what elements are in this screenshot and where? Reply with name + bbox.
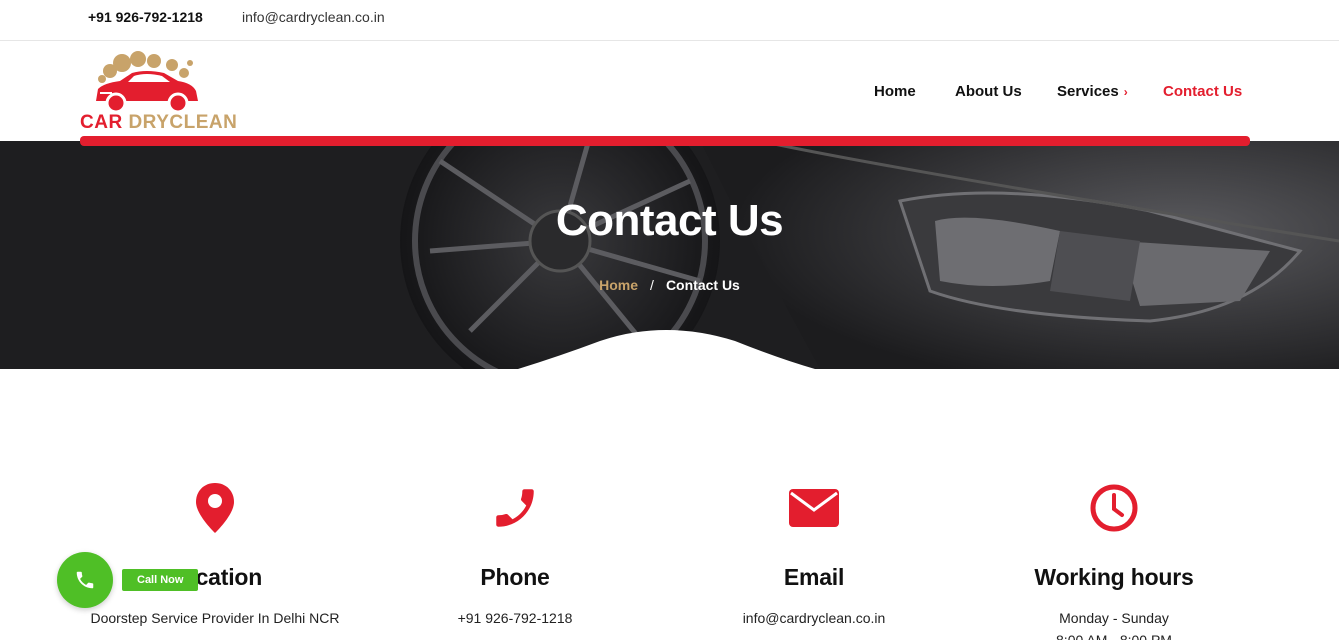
info-hours-days: Monday - Sunday xyxy=(1059,610,1169,626)
info-email-text[interactable]: info@cardryclean.co.in xyxy=(664,607,964,629)
page-title: Contact Us xyxy=(555,196,784,245)
info-email: Email info@cardryclean.co.in xyxy=(664,480,964,629)
breadcrumb-home[interactable]: Home xyxy=(599,277,638,293)
info-email-title: Email xyxy=(783,564,845,590)
nav-contact[interactable]: Contact Us xyxy=(1163,83,1242,100)
logo-word-car: CAR xyxy=(80,112,123,133)
logo-wordmark[interactable]: CAR DRYCLEAN xyxy=(80,112,237,134)
chevron-right-icon: › xyxy=(1123,85,1128,99)
nav-services[interactable]: Services › xyxy=(1057,83,1128,100)
map-pin-icon xyxy=(65,480,365,536)
page-hero: Contact Us Home / Contact Us xyxy=(0,141,1339,369)
info-hours: Working hours Monday - Sunday 8:00 AM - … xyxy=(964,480,1264,640)
call-now-button[interactable] xyxy=(57,552,113,608)
info-location-text: Doorstep Service Provider In Delhi NCR xyxy=(90,610,340,626)
clock-icon xyxy=(964,480,1264,536)
info-phone-text[interactable]: +91 926-792-1218 xyxy=(365,607,665,629)
breadcrumb: Home / Contact Us xyxy=(0,277,1339,293)
logo-word-dryclean: DRYCLEAN xyxy=(128,112,238,133)
header-accent-bar xyxy=(80,136,1250,146)
info-location: Location Doorstep Service Provider In De… xyxy=(65,480,365,629)
info-hours-title: Working hours xyxy=(1034,564,1194,590)
top-bar: +91 926-792-1218 info@cardryclean.co.in xyxy=(0,0,1339,41)
main-nav: Home About Us Services › Contact Us xyxy=(0,83,1339,103)
info-hours-text: Monday - Sunday 8:00 AM - 8:00 PM xyxy=(964,607,1264,640)
call-now-label[interactable]: Call Now xyxy=(122,569,199,591)
breadcrumb-current: Contact Us xyxy=(665,277,740,293)
info-phone: Phone +91 926-792-1218 xyxy=(365,480,665,629)
nav-home[interactable]: Home xyxy=(874,83,916,100)
envelope-icon xyxy=(664,480,964,536)
phone-icon xyxy=(76,571,94,589)
phone-icon xyxy=(365,480,665,536)
site-header: CAR DRYCLEAN Home About Us Services › Con… xyxy=(0,41,1339,141)
info-hours-time: 8:00 AM - 8:00 PM xyxy=(1056,632,1172,640)
breadcrumb-separator: / xyxy=(650,277,654,293)
nav-services-label: Services xyxy=(1057,83,1119,100)
topbar-phone[interactable]: +91 926-792-1218 xyxy=(88,9,203,25)
hero-car-background xyxy=(0,141,1339,369)
nav-about[interactable]: About Us xyxy=(955,83,1022,100)
topbar-email[interactable]: info@cardryclean.co.in xyxy=(242,9,385,25)
info-phone-title: Phone xyxy=(480,564,550,590)
